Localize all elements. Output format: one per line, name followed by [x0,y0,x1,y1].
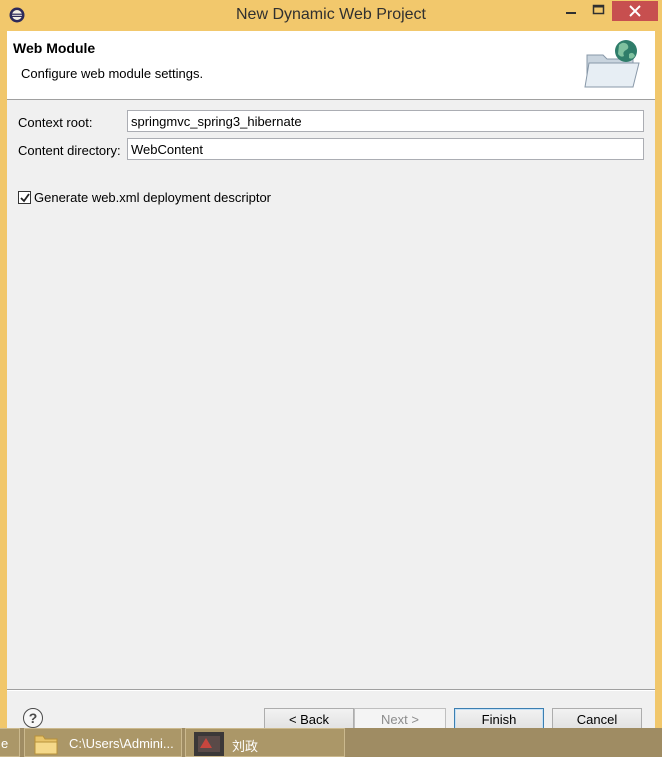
wizard-header: Web Module Configure web module settings… [7,31,655,100]
taskbar: e C:\Users\Admini... 刘政 [0,728,662,757]
content-directory-input[interactable]: WebContent [127,138,644,160]
maximize-icon [592,4,605,15]
app-avatar-icon [194,732,224,756]
generate-webxml-label[interactable]: Generate web.xml deployment descriptor [34,190,271,205]
app-label: 刘政 [232,739,259,754]
title-bar[interactable]: New Dynamic Web Project [0,0,662,31]
page-description: Configure web module settings. [21,66,204,81]
context-root-input[interactable]: springmvc_spring3_hibernate [127,110,644,132]
taskbar-item-partial-label: e [1,736,9,751]
content-directory-label: Content directory: [18,143,121,158]
taskbar-item-partial[interactable]: e [0,728,20,757]
explorer-path-label: C:\Users\Admini... [69,736,174,751]
generate-webxml-checkbox[interactable] [18,191,31,204]
maximize-button[interactable] [585,0,612,22]
close-button[interactable] [612,1,658,21]
web-folder-globe-icon [584,40,640,88]
checkmark-icon [20,193,30,203]
taskbar-item-explorer[interactable]: C:\Users\Admini... [24,728,182,757]
context-root-label: Context root: [18,115,93,130]
folder-icon [34,735,58,755]
close-icon [629,5,641,17]
help-button[interactable]: ? [23,708,43,728]
dialog-content: Web Module Configure web module settings… [7,31,655,732]
minimize-button[interactable] [557,0,585,22]
page-title: Web Module [13,40,96,56]
footer-separator [7,689,655,691]
dialog-window: New Dynamic Web Project Web Module Confi… [0,0,662,757]
taskbar-item-app[interactable]: 刘政 [185,728,345,757]
minimize-icon [566,12,576,14]
